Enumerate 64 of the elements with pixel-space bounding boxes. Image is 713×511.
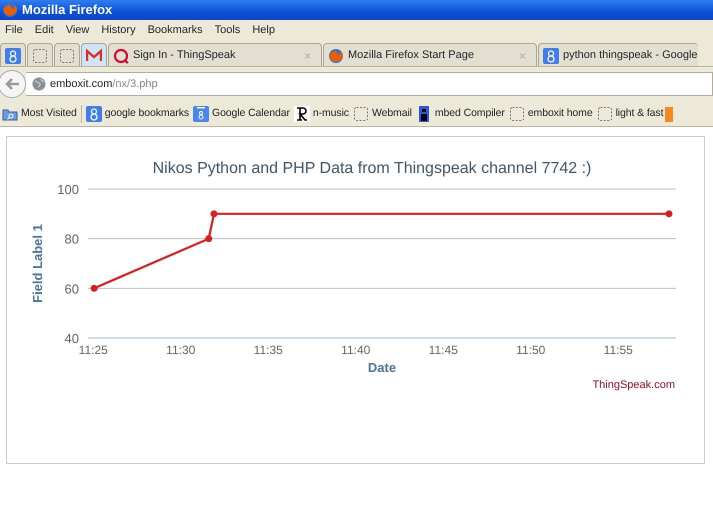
blank-page-icon	[32, 48, 48, 64]
x-tick-label: 11:55	[604, 343, 633, 357]
url-text: emboxit.com/nx/3.php	[50, 76, 158, 92]
letter-r-icon	[294, 106, 310, 122]
calendar-icon	[193, 106, 209, 122]
y-tick-label: 40	[64, 331, 79, 346]
y-axis-title: Field Label 1	[30, 224, 45, 303]
blank-page-icon	[596, 106, 613, 122]
tab-title: Sign In - ThingSpeak	[133, 48, 237, 64]
x-tick-label: 11:30	[166, 343, 196, 357]
browser-tab[interactable]: Mozilla Firefox Start Page ×	[323, 43, 537, 66]
data-point	[205, 235, 212, 242]
x-tick-label: 11:45	[428, 343, 458, 357]
menu-item[interactable]: Edit	[30, 22, 61, 38]
tab-title: Mozilla Firefox Start Page	[348, 48, 475, 64]
menu-item[interactable]: History	[96, 22, 143, 38]
partial-favicon-icon[interactable]	[665, 106, 674, 122]
y-tick-label: 80	[64, 232, 79, 247]
bookmark-item[interactable]: Most Visited	[0, 106, 79, 122]
bookmark-item[interactable]: Webmail	[350, 106, 414, 122]
browser-tab[interactable]: python thingspeak - Google	[538, 43, 698, 66]
back-button[interactable]	[0, 70, 26, 98]
y-tick-label: 100	[57, 182, 79, 197]
blank-page-icon	[352, 106, 369, 122]
google-icon	[86, 106, 102, 122]
x-tick-label: 11:35	[254, 343, 283, 357]
blank-page-icon	[59, 48, 75, 64]
menu-item[interactable]: Tools	[210, 22, 248, 38]
bookmark-item[interactable]: emboxit home	[506, 106, 595, 122]
browser-tab[interactable]: Sign In - ThingSpeak ×	[108, 43, 322, 66]
x-tick-label: 11:40	[341, 343, 370, 357]
blank-page-icon	[508, 106, 525, 122]
globe-icon	[32, 77, 46, 91]
x-axis-title: Date	[368, 360, 396, 375]
x-tick-label: 11:25	[78, 343, 108, 357]
firefox-icon	[328, 48, 344, 64]
menu-item[interactable]: Bookmarks	[142, 22, 210, 38]
pinned-tab[interactable]	[54, 43, 80, 66]
data-point	[90, 284, 98, 292]
data-point	[210, 210, 218, 218]
pinned-tab[interactable]	[81, 43, 107, 66]
menu-item[interactable]: File	[0, 22, 30, 38]
y-tick-label: 60	[64, 281, 79, 296]
bookmark-item[interactable]: Google Calendar	[191, 106, 292, 122]
firefox-icon	[2, 2, 18, 18]
google-icon	[5, 48, 21, 64]
window-title: Mozilla Firefox	[22, 1, 112, 20]
pinned-tab[interactable]	[0, 43, 26, 66]
bookmark-item[interactable]: google bookmarks	[84, 106, 191, 122]
menu-item[interactable]: View	[60, 22, 96, 38]
tab-title: python thingspeak - Google	[563, 48, 698, 64]
bookmark-item[interactable]: n-music	[292, 106, 351, 122]
bookmark-item[interactable]: light & fast	[594, 106, 666, 122]
credit-link[interactable]: ThingSpeak.com	[592, 379, 675, 391]
arrow-left-icon	[4, 77, 20, 91]
address-field[interactable]: emboxit.com/nx/3.php	[26, 72, 713, 96]
x-tick-label: 11:50	[516, 343, 546, 357]
data-point	[666, 210, 672, 218]
speech-bubble-icon	[113, 48, 129, 64]
bookmark-item[interactable]: mbed Compiler	[414, 106, 507, 122]
pinned-tab[interactable]	[27, 43, 53, 66]
chart-title: Nikos Python and PHP Data from Thingspeak channel 7742 :)	[152, 160, 592, 177]
menu-item[interactable]: Help	[247, 22, 282, 38]
google-icon	[543, 48, 559, 64]
